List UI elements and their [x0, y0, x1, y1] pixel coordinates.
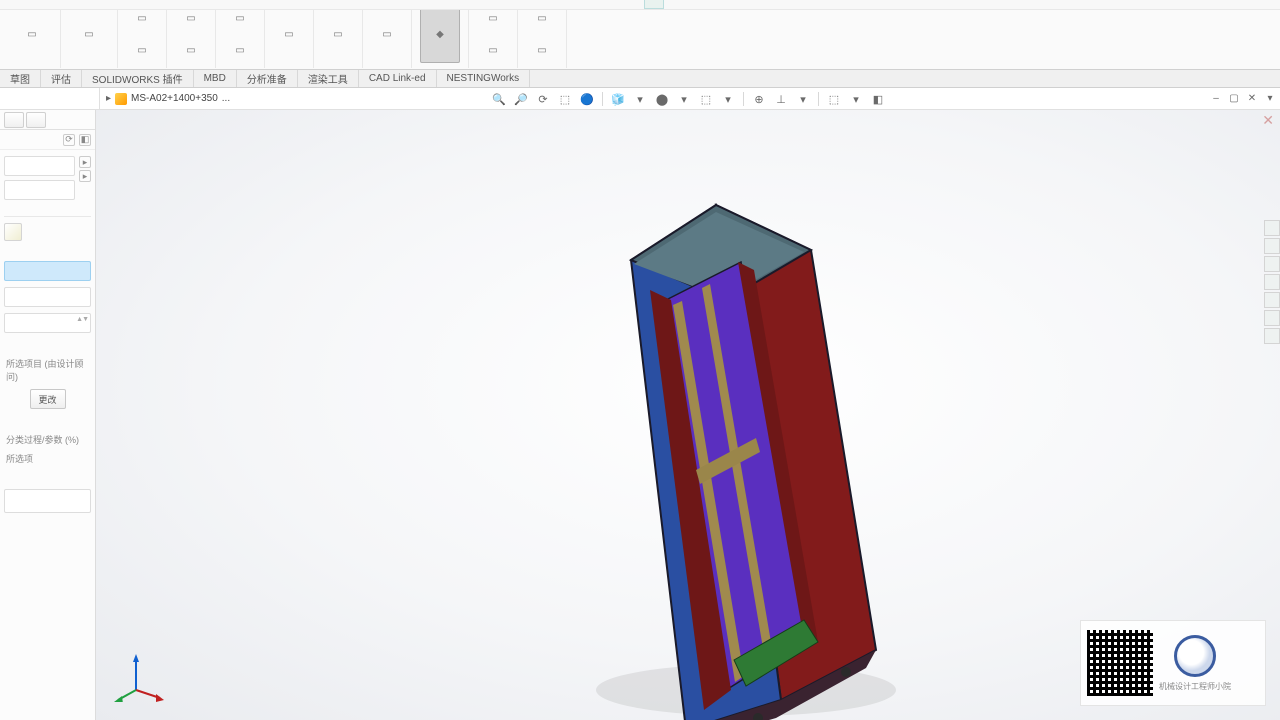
maximize-icon[interactable]: ▢	[1226, 90, 1242, 106]
expand-icon[interactable]: ▸	[79, 156, 91, 168]
edit-appearance-icon[interactable]: ⬚	[697, 90, 715, 108]
watermark-card: 机械设计工程师小院	[1080, 620, 1266, 706]
selection-box[interactable]	[4, 287, 91, 307]
ribbon-btn[interactable]: ▭	[371, 19, 403, 51]
viewport-window-controls: – ▢ ✕ ▾	[1208, 90, 1278, 106]
ribbon-btn[interactable]: ▭	[322, 19, 354, 51]
panel-pin-icon[interactable]: ⟳	[63, 134, 75, 146]
ribbon-btn[interactable]: ▭	[69, 15, 109, 55]
expand-icon[interactable]: ▸	[79, 170, 91, 182]
panel-section-label: 分类过程/参数 (%)	[4, 433, 91, 446]
dropdown-icon[interactable]: ▾	[675, 90, 693, 108]
task-pane-tab-icon[interactable]	[1264, 310, 1280, 326]
previous-view-icon[interactable]: ⟳	[534, 90, 552, 108]
title-bar-partial	[0, 0, 1280, 10]
task-pane-tab-icon[interactable]	[1264, 328, 1280, 344]
assembly-icon	[115, 93, 127, 105]
command-tabs: 草图 评估 SOLIDWORKS 插件 MBD 分析准备 渲染工具 CAD Li…	[0, 70, 1280, 88]
ribbon-btn[interactable]: ▭	[477, 36, 509, 66]
change-button[interactable]: 更改	[30, 389, 66, 409]
watermark-text: 机械设计工程师小院	[1159, 681, 1231, 692]
cmd-tab[interactable]: 草图	[0, 70, 41, 87]
dropdown-icon[interactable]: ▾	[631, 90, 649, 108]
zoom-area-icon[interactable]: 🔎	[512, 90, 530, 108]
hide-show-icon[interactable]: ⬤	[653, 90, 671, 108]
heads-up-view-toolbar: 🔍 🔎 ⟳ ⬚ 🔵 🧊 ▾ ⬤ ▾ ⬚ ▾ ⊕ ⊥ ▾ ⬚ ▾ ◧	[490, 90, 887, 108]
task-pane-tab-icon[interactable]	[1264, 274, 1280, 290]
panel-section-label: 所选项目 (由设计顾问)	[4, 357, 91, 383]
cmd-tab[interactable]: 评估	[41, 70, 82, 87]
panel-help-icon[interactable]: ◧	[79, 134, 91, 146]
view-orientation-icon[interactable]: 🔵	[578, 90, 596, 108]
cmd-tab[interactable]: SOLIDWORKS 插件	[82, 70, 194, 87]
ribbon: ▭ ▭ ▭ ▭ ▭ ▭ ▭ ▭ ▭ ▭ ▭ ◆ ▭ ▭ ▭ ▭	[0, 0, 1280, 70]
ribbon-btn[interactable]: ▭	[224, 36, 256, 66]
document-tab[interactable]: ▸ MS-A02+1400+350 ...	[100, 88, 236, 110]
watermark-logo-icon	[1174, 635, 1216, 677]
orientation-triad[interactable]	[114, 652, 164, 702]
cmd-tab[interactable]: 分析准备	[237, 70, 298, 87]
task-pane-tab-icon[interactable]	[1264, 238, 1280, 254]
document-suffix: ...	[222, 93, 230, 104]
dropdown-icon[interactable]: ▾	[719, 90, 737, 108]
dropdown-icon[interactable]: ▾	[847, 90, 865, 108]
display-style-icon[interactable]: 🧊	[609, 90, 627, 108]
ribbon-btn[interactable]: ▭	[273, 19, 305, 51]
panel-header: ⟳ ◧	[0, 130, 95, 150]
cmd-tab[interactable]: MBD	[194, 70, 237, 87]
ribbon-btn[interactable]: ▭	[526, 36, 558, 66]
title-bar-control[interactable]	[644, 0, 664, 9]
selection-box[interactable]	[4, 180, 75, 200]
cmd-tab[interactable]: 渲染工具	[298, 70, 359, 87]
cad-model[interactable]	[526, 170, 946, 720]
selection-box[interactable]	[4, 489, 91, 513]
zoom-fit-icon[interactable]: 🔍	[490, 90, 508, 108]
property-manager-panel: ⟳ ◧ ▸ ▸ 所选	[0, 110, 96, 720]
view-settings-icon[interactable]: ⊥	[772, 90, 790, 108]
task-pane-tab-icon[interactable]	[1264, 292, 1280, 308]
selection-box[interactable]	[4, 156, 75, 176]
cmd-tab[interactable]: NESTINGWorks	[437, 70, 531, 87]
ribbon-btn[interactable]: ▭	[126, 36, 158, 66]
main-area: ⟳ ◧ ▸ ▸ 所选	[0, 110, 1280, 720]
dropdown-icon[interactable]: ▾	[794, 90, 812, 108]
task-pane-tabs	[1264, 220, 1280, 344]
ribbon-btn[interactable]: ▭	[12, 15, 52, 55]
highlighted-selection-box[interactable]	[4, 261, 91, 281]
document-row: ▸ MS-A02+1400+350 ... 🔍 🔎 ⟳ ⬚ 🔵 🧊 ▾ ⬤ ▾ …	[0, 88, 1280, 110]
ribbon-btn-active[interactable]: ◆	[420, 7, 460, 63]
minimize-icon[interactable]: –	[1208, 90, 1224, 106]
doc-tab-area	[0, 88, 100, 110]
apply-scene-icon[interactable]: ⊕	[750, 90, 768, 108]
view-icon[interactable]: ⬚	[825, 90, 843, 108]
panel-body: ▸ ▸ 所选项目 (由设计顾问) 更改 分类过程/参数 (%) 所选项	[0, 150, 95, 720]
section-view-icon[interactable]: ⬚	[556, 90, 574, 108]
view-icon[interactable]: ◧	[869, 90, 887, 108]
more-icon[interactable]: ▾	[1262, 90, 1278, 106]
cmd-tab[interactable]: CAD Link-ed	[359, 70, 437, 87]
task-pane-tab-icon[interactable]	[1264, 220, 1280, 236]
close-icon[interactable]: ✕	[1244, 90, 1260, 106]
panel-section-label: 所选项	[4, 452, 91, 465]
separator	[602, 92, 603, 106]
separator	[818, 92, 819, 106]
document-name: MS-A02+1400+350	[131, 93, 218, 104]
panel-tab-strip	[0, 110, 95, 130]
qr-code	[1087, 630, 1153, 696]
task-pane-tab-icon[interactable]	[1264, 256, 1280, 272]
feature-tree-tab-icon[interactable]	[4, 112, 24, 128]
feature-icon[interactable]	[4, 223, 22, 241]
separator	[743, 92, 744, 106]
property-manager-tab-icon[interactable]	[26, 112, 46, 128]
spinner-input[interactable]	[4, 313, 91, 333]
graphics-viewport[interactable]: ✕	[96, 110, 1280, 720]
viewport-close-icon[interactable]: ✕	[1262, 112, 1274, 129]
ribbon-btn[interactable]: ▭	[175, 36, 207, 66]
